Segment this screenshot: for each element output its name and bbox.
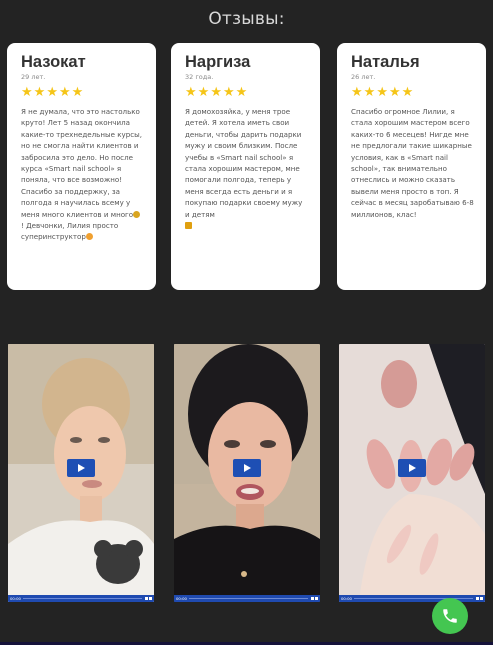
video-controls[interactable]: 00:00 (8, 595, 154, 602)
play-icon (409, 464, 416, 472)
gift-emoji-icon (185, 222, 192, 230)
star-icon: ★ (58, 85, 71, 100)
reviews-title: Отзывы: (208, 9, 285, 29)
review-text: Я домохозяйка, у меня трое детей. Я хоте… (185, 106, 308, 231)
reviewer-name: Назокат (21, 53, 86, 71)
review-text-part: Я не думала, что это настолько круто! Ле… (21, 107, 142, 219)
star-icon: ★ (388, 85, 401, 100)
reviewer-age: 29 лет. (21, 73, 46, 81)
review-text: Спасибо огромное Лилии, я стала хорошим … (351, 106, 474, 220)
video-time: 00:00 (176, 596, 187, 601)
play-icon (244, 464, 251, 472)
review-text-part: Я домохозяйка, у меня трое детей. Я хоте… (185, 107, 303, 219)
star-icon: ★ (33, 85, 46, 100)
review-video-player[interactable]: 00:00 (174, 344, 320, 602)
review-text-part: ! Девчонки, Лилия просто суперинструктор (21, 221, 119, 242)
play-icon (78, 464, 85, 472)
review-card: Наргиза 32 года. ★ ★ ★ ★ ★ Я домохозяйка… (171, 43, 320, 290)
star-icon: ★ (21, 85, 33, 100)
review-card: Назокат 29 лет. ★ ★ ★ ★ ★ Я не думала, ч… (7, 43, 156, 290)
star-icon: ★ (401, 85, 414, 100)
star-icon: ★ (210, 85, 222, 100)
heart-eyes-emoji-icon (85, 233, 93, 241)
rating-stars: ★ ★ ★ ★ ★ (185, 86, 308, 100)
review-text-part: Спасибо огромное Лилии, я стала хорошим … (351, 107, 474, 219)
call-button[interactable] (432, 598, 468, 634)
fullscreen-icon[interactable] (480, 597, 483, 600)
reviewer-age: 26 лет. (351, 73, 376, 81)
fullscreen-icon[interactable] (149, 597, 152, 600)
money-bag-emoji-icon (133, 210, 141, 218)
play-button[interactable] (67, 459, 95, 477)
star-icon: ★ (235, 85, 248, 100)
star-icon: ★ (197, 85, 210, 100)
review-text: Я не думала, что это настолько круто! Ле… (21, 106, 144, 243)
star-icon: ★ (351, 85, 363, 100)
video-time: 00:00 (341, 596, 352, 601)
star-icon: ★ (376, 85, 388, 100)
review-video-player[interactable]: 00:00 (339, 344, 485, 602)
reviewer-age: 32 года. (185, 73, 214, 81)
review-video-player[interactable]: 00:00 (8, 344, 154, 602)
phone-icon (443, 609, 457, 623)
star-icon: ★ (71, 85, 84, 100)
review-card: Наталья 26 лет. ★ ★ ★ ★ ★ Спасибо огромн… (337, 43, 486, 290)
play-button[interactable] (398, 459, 426, 477)
video-controls[interactable]: 00:00 (339, 595, 485, 602)
video-progress-bar[interactable] (23, 597, 142, 600)
rating-stars: ★ ★ ★ ★ ★ (21, 86, 144, 100)
play-button[interactable] (233, 459, 261, 477)
volume-icon[interactable] (476, 597, 479, 600)
reviewer-name: Наргиза (185, 53, 251, 71)
fullscreen-icon[interactable] (315, 597, 318, 600)
star-icon: ★ (222, 85, 235, 100)
star-icon: ★ (185, 85, 197, 100)
rating-stars: ★ ★ ★ ★ ★ (351, 86, 474, 100)
star-icon: ★ (46, 85, 58, 100)
video-controls[interactable]: 00:00 (174, 595, 320, 602)
star-icon: ★ (363, 85, 376, 100)
volume-icon[interactable] (311, 597, 314, 600)
video-time: 00:00 (10, 596, 21, 601)
reviewer-name: Наталья (351, 53, 420, 71)
volume-icon[interactable] (145, 597, 148, 600)
video-progress-bar[interactable] (189, 597, 308, 600)
